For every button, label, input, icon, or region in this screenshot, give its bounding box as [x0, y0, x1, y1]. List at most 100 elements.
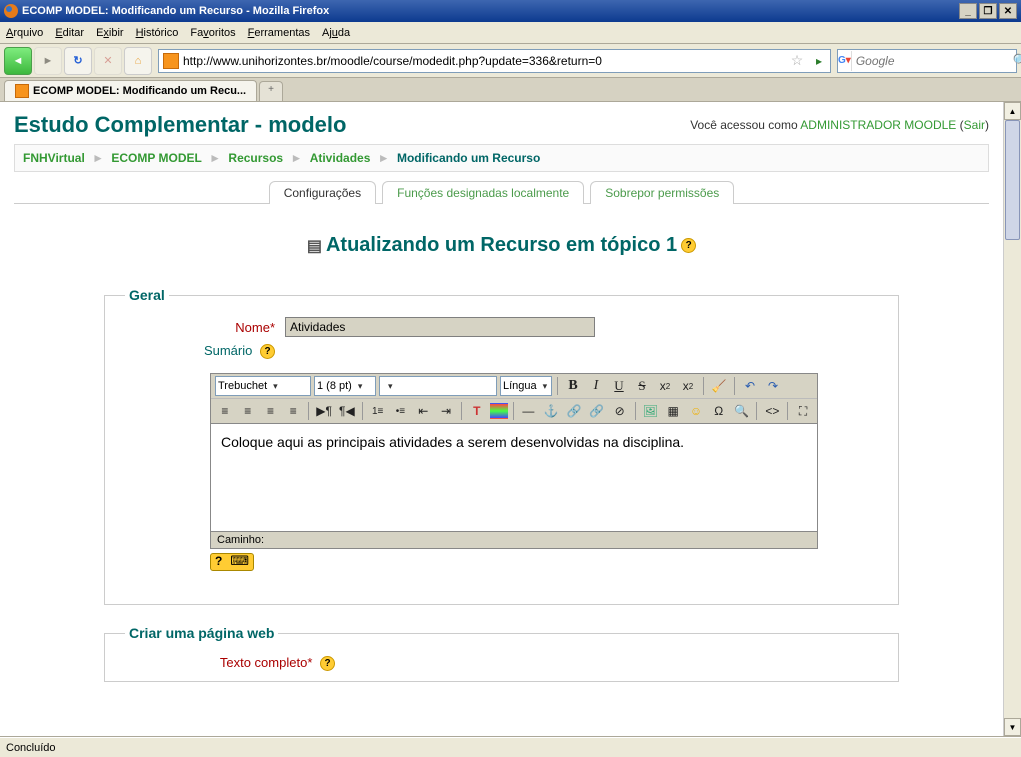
editor-lang-select[interactable]: Língua [500, 376, 552, 396]
restore-button[interactable]: ❐ [979, 3, 997, 19]
new-tab-button[interactable]: + [259, 81, 283, 101]
editor-rtl-button[interactable]: ¶◀ [337, 401, 357, 421]
editor-sub-button[interactable]: x2 [655, 376, 675, 396]
editor-indent-button[interactable]: ⇥ [436, 401, 456, 421]
browser-tab-active[interactable]: ECOMP MODEL: Modificando um Recu... [4, 80, 257, 101]
tab-sobrepor[interactable]: Sobrepor permissões [590, 181, 734, 204]
forward-button[interactable]: ► [34, 47, 62, 75]
scroll-thumb[interactable] [1005, 120, 1020, 240]
editor-search-button[interactable]: 🔍 [732, 401, 752, 421]
legend-geral: Geral [125, 287, 169, 303]
editor-outdent-button[interactable]: ⇤ [413, 401, 433, 421]
menu-editar[interactable]: Editar [55, 27, 84, 39]
minimize-button[interactable]: _ [959, 3, 977, 19]
bookmark-star-icon[interactable]: ☆ [786, 52, 808, 69]
editor-ltr-button[interactable]: ▶¶ [314, 401, 334, 421]
html-editor: Trebuchet 1 (8 pt) Língua B I U S x2 x2 … [210, 373, 818, 574]
url-input[interactable] [183, 51, 786, 71]
google-icon[interactable]: G▾ [838, 51, 852, 71]
menu-historico[interactable]: Histórico [136, 27, 179, 39]
vertical-scrollbar[interactable]: ▲ ▼ [1003, 102, 1021, 736]
editor-image-button[interactable]: 🖼 [640, 401, 660, 421]
tab-configuracoes[interactable]: Configurações [269, 181, 376, 204]
editor-redo-button[interactable]: ↷ [763, 376, 783, 396]
editor-align-right-button[interactable]: ≡ [261, 401, 281, 421]
editor-clean-button[interactable]: 🧹 [709, 376, 729, 396]
scroll-track[interactable] [1004, 120, 1021, 718]
editor-undo-button[interactable]: ↶ [740, 376, 760, 396]
nav-toolbar: ◄ ► ↻ ✕ ⌂ ☆ ▸ G▾ 🔍 [0, 44, 1021, 78]
editor-smiley-button[interactable]: ☺ [686, 401, 706, 421]
editor-link-button[interactable]: 🔗 [564, 401, 584, 421]
editor-ol-button[interactable]: 1≡ [368, 401, 388, 421]
tab-favicon-icon [15, 84, 29, 98]
site-favicon-icon [163, 53, 179, 69]
editor-path: Caminho: [210, 532, 818, 549]
editor-strike-button[interactable]: S [632, 376, 652, 396]
status-bar: Concluído [0, 737, 1021, 757]
menu-ferramentas[interactable]: Ferramentas [248, 27, 310, 39]
user-link[interactable]: ADMINISTRADOR MOODLE [800, 118, 956, 132]
help-icon[interactable]: ? [681, 238, 696, 253]
breadcrumb: FNHVirtual ► ECOMP MODEL ► Recursos ► At… [14, 144, 989, 172]
scroll-down-button[interactable]: ▼ [1004, 718, 1021, 736]
crumb-fnhvirtual[interactable]: FNHVirtual [23, 151, 85, 165]
editor-underline-button[interactable]: U [609, 376, 629, 396]
search-box[interactable]: G▾ 🔍 [837, 49, 1017, 73]
resource-heading: ▤Atualizando um Recurso em tópico 1? [14, 234, 989, 257]
editor-bold-button[interactable]: B [563, 376, 583, 396]
fieldset-geral: Geral Nome* Sumário ? Trebuchet 1 (8 pt)… [104, 287, 899, 605]
search-input[interactable] [852, 54, 1013, 68]
editor-nolink-button[interactable]: ⊘ [610, 401, 630, 421]
page-title: Estudo Complementar - modelo [14, 112, 346, 138]
go-button[interactable]: ▸ [808, 54, 830, 68]
close-button[interactable]: ✕ [999, 3, 1017, 19]
status-text: Concluído [6, 742, 56, 754]
editor-align-justify-button[interactable]: ≡ [283, 401, 303, 421]
editor-font-select[interactable]: Trebuchet [215, 376, 311, 396]
logout-link[interactable]: Sair [964, 118, 985, 132]
editor-textcolor-button[interactable]: T [467, 401, 487, 421]
keyboard-help-icon[interactable] [210, 553, 254, 571]
editor-bgcolor-button[interactable] [490, 403, 508, 419]
editor-size-select[interactable]: 1 (8 pt) [314, 376, 376, 396]
content-viewport: Estudo Complementar - modelo Você acesso… [0, 102, 1021, 737]
back-button[interactable]: ◄ [4, 47, 32, 75]
editor-sup-button[interactable]: x2 [678, 376, 698, 396]
editor-align-center-button[interactable]: ≡ [238, 401, 258, 421]
window-title: ECOMP MODEL: Modificando um Recurso - Mo… [22, 5, 959, 17]
help-sumario-icon[interactable]: ? [260, 344, 275, 359]
editor-fullscreen-button[interactable]: ⛶ [793, 401, 813, 421]
editor-anchor-button[interactable]: ⚓ [541, 401, 561, 421]
editor-align-left-button[interactable]: ≡ [215, 401, 235, 421]
stop-button[interactable]: ✕ [94, 47, 122, 75]
crumb-atividades[interactable]: Atividades [310, 151, 371, 165]
editor-char-button[interactable]: Ω [709, 401, 729, 421]
help-texto-icon[interactable]: ? [320, 656, 335, 671]
editor-unlink-button[interactable]: 🔗 [587, 401, 607, 421]
editor-source-button[interactable]: <> [762, 401, 782, 421]
editor-heading-select[interactable] [379, 376, 497, 396]
menu-favoritos[interactable]: Favoritos [190, 27, 235, 39]
crumb-current: Modificando um Recurso [397, 151, 540, 165]
menu-arquivo[interactable]: Arquivo [6, 27, 43, 39]
menu-ajuda[interactable]: Ajuda [322, 27, 350, 39]
home-button[interactable]: ⌂ [124, 47, 152, 75]
editor-table-button[interactable]: ▦ [663, 401, 683, 421]
editor-italic-button[interactable]: I [586, 376, 606, 396]
page-tabs: Configurações Funções designadas localme… [14, 180, 989, 204]
search-submit-icon[interactable]: 🔍 [1013, 53, 1021, 69]
crumb-ecomp[interactable]: ECOMP MODEL [111, 151, 201, 165]
scroll-up-button[interactable]: ▲ [1004, 102, 1021, 120]
crumb-recursos[interactable]: Recursos [228, 151, 283, 165]
legend-criar: Criar uma página web [125, 625, 278, 641]
editor-ul-button[interactable]: •≡ [391, 401, 411, 421]
nome-input[interactable] [285, 317, 595, 337]
tab-funcoes[interactable]: Funções designadas localmente [382, 181, 584, 204]
url-bar[interactable]: ☆ ▸ [158, 49, 831, 73]
menu-exibir[interactable]: Exibir [96, 27, 124, 39]
editor-textarea[interactable]: Coloque aqui as principais atividades a … [210, 424, 818, 532]
reload-button[interactable]: ↻ [64, 47, 92, 75]
browser-tabbar: ECOMP MODEL: Modificando um Recu... + [0, 78, 1021, 102]
editor-hr-button[interactable]: — [519, 401, 539, 421]
